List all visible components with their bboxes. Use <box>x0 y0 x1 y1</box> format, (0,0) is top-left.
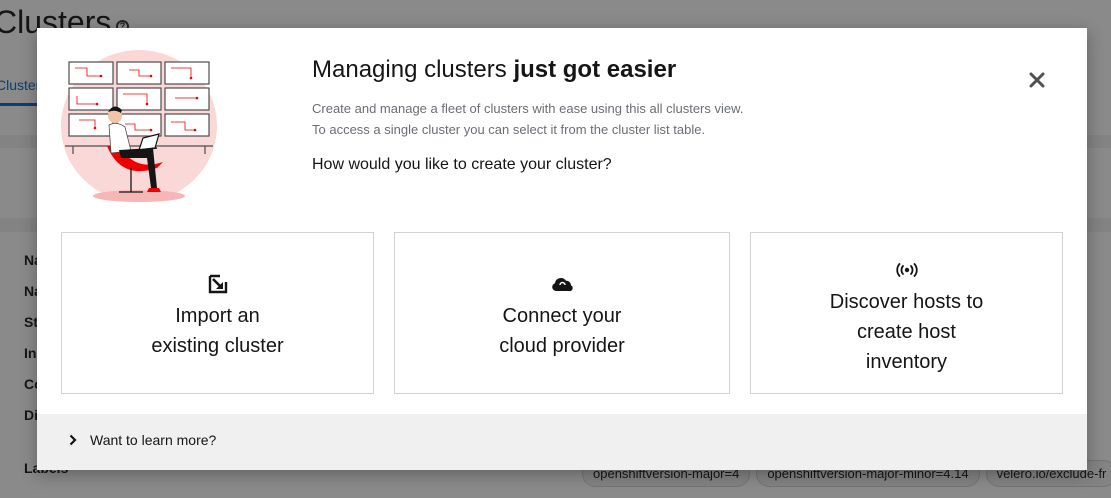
card-label-line: Import an <box>175 305 260 327</box>
cloud-icon <box>552 278 573 292</box>
close-icon <box>1029 72 1045 88</box>
discover-hosts-card[interactable]: Discover hosts to create host inventory <box>750 232 1063 394</box>
modal-title-emphasis: just got easier <box>513 56 677 83</box>
close-button[interactable] <box>1023 66 1051 94</box>
import-icon <box>208 274 227 294</box>
card-label: Connect your cloud provider <box>499 301 625 361</box>
broadcast-icon <box>895 263 918 277</box>
card-label-line: cloud provider <box>499 335 625 357</box>
clusters-illustration <box>61 50 217 202</box>
chevron-right-icon <box>69 434 77 446</box>
card-label: Import an existing cluster <box>151 301 283 361</box>
card-label-line: inventory <box>865 351 948 373</box>
learn-more-label: Want to learn more? <box>90 432 217 448</box>
modal-description-line: Create and manage a fleet of clusters wi… <box>312 101 744 116</box>
import-cluster-card[interactable]: Import an existing cluster <box>61 232 374 394</box>
card-label-line: Discover hosts to <box>829 291 984 313</box>
modal-footer: Want to learn more? <box>37 414 1087 470</box>
connect-cloud-provider-card[interactable]: Connect your cloud provider <box>394 232 730 394</box>
card-label-line: Connect your <box>502 305 622 327</box>
modal-title: Managing clusters just got easier <box>312 56 676 84</box>
modal-description: Create and manage a fleet of clusters wi… <box>312 98 743 140</box>
create-cluster-modal: Managing clusters just got easier Create… <box>37 28 1087 470</box>
create-options: Import an existing cluster Connect your … <box>61 232 1063 394</box>
learn-more-toggle[interactable]: Want to learn more? <box>63 430 216 450</box>
modal-description-line: To access a single cluster you can selec… <box>312 122 706 137</box>
card-label: Discover hosts to create host inventory <box>830 287 983 377</box>
modal-title-plain: Managing clusters <box>312 56 514 83</box>
card-label-line: existing cluster <box>151 335 284 357</box>
card-label-line: create host <box>857 321 956 343</box>
modal-question: How would you like to create your cluste… <box>312 156 612 173</box>
